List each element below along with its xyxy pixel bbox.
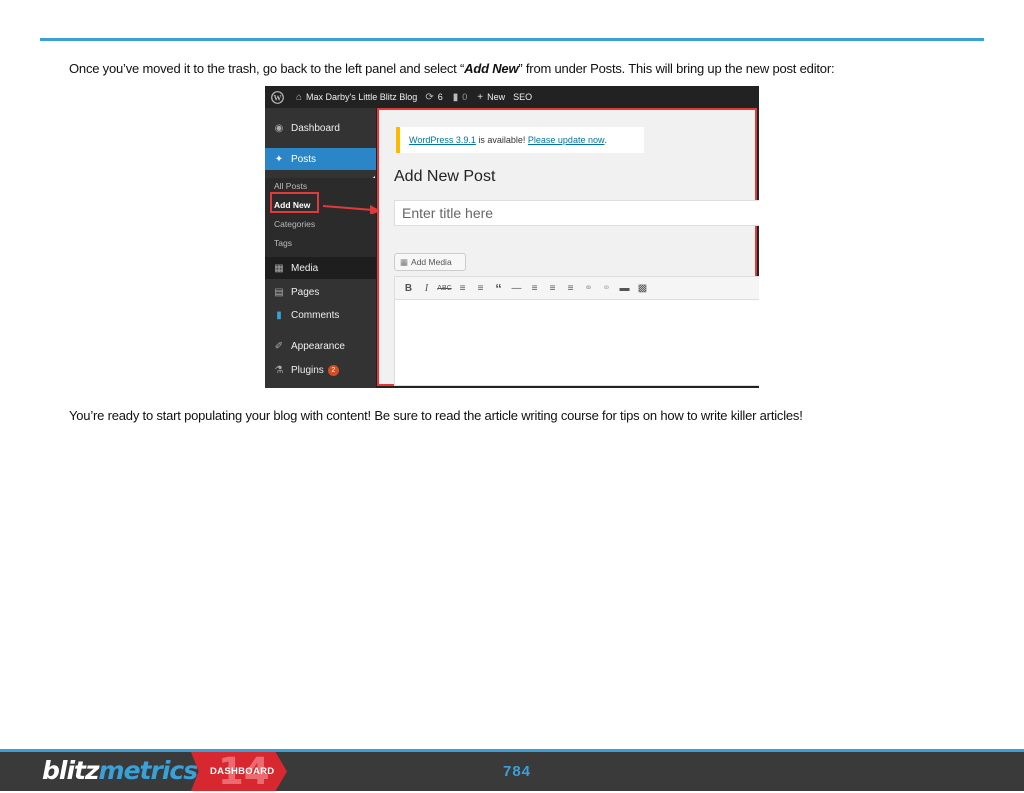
seo-link[interactable]: SEO <box>513 92 532 102</box>
editor-panel: WordPress 3.9.1 is available! Please upd… <box>377 108 759 386</box>
new-content-link[interactable]: + New <box>477 92 505 103</box>
section-label: DASHBOARD <box>210 766 275 777</box>
sidebar-item-label: Plugins <box>291 364 324 376</box>
updates-link[interactable]: ⟳ 6 <box>425 92 442 103</box>
submenu-categories[interactable]: Categories <box>274 219 315 229</box>
unlink-icon[interactable]: ⚭ <box>599 283 614 294</box>
comment-icon: ▮ <box>276 309 282 321</box>
add-media-label: Add Media <box>411 257 452 267</box>
align-right-icon[interactable]: ≡ <box>563 283 578 294</box>
closing-paragraph: You’re ready to start populating your bl… <box>69 408 803 423</box>
media-icon: ▦ <box>274 262 284 274</box>
italic-icon[interactable]: I <box>419 283 434 294</box>
plus-icon: + <box>477 91 484 103</box>
page-footer: blitzmetrics 14 DASHBOARD 784 <box>0 750 1024 793</box>
sidebar-item-comments[interactable]: ▮ Comments <box>265 304 376 326</box>
read-more-icon[interactable]: ▬ <box>617 283 632 294</box>
intro-text-end: ” from under Posts. This will bring up t… <box>518 61 835 76</box>
page-number: 784 <box>503 763 532 780</box>
new-label: New <box>487 92 506 102</box>
blockquote-icon[interactable]: “ <box>491 281 506 296</box>
bold-icon[interactable]: B <box>401 283 416 294</box>
brush-icon: ✐ <box>274 340 284 352</box>
admin-sidebar: ◉ Dashboard ✦ Posts All Posts Add New Cate… <box>265 108 376 388</box>
numbered-list-icon[interactable]: ≡ <box>473 283 488 294</box>
page-title: Add New Post <box>394 168 496 185</box>
pin-icon: ✦ <box>274 153 284 165</box>
top-rule <box>40 38 984 41</box>
update-now-link[interactable]: Please update now <box>528 135 605 145</box>
sidebar-item-posts[interactable]: ✦ Posts <box>265 148 376 170</box>
editor-toolbar: B I ABC ≡ ≡ “ — ≡ ≡ ≡ ⚭ ⚭ ▬ ▩ <box>394 276 759 300</box>
sidebar-item-label: Appearance <box>291 340 345 352</box>
wordpress-screenshot: W ⌂ Max Darby's Little Blitz Blog ⟳ 6 ▮ 0 +… <box>265 86 759 388</box>
sidebar-item-appearance[interactable]: ✐ Appearance <box>265 335 376 357</box>
link-icon[interactable]: ⚭ <box>581 283 596 294</box>
plugins-update-badge: 2 <box>327 364 339 376</box>
logo-text-blitz: blitz <box>42 756 100 785</box>
site-name-link[interactable]: ⌂ Max Darby's Little Blitz Blog <box>296 92 417 103</box>
align-left-icon[interactable]: ≡ <box>527 283 542 294</box>
submenu-tags[interactable]: Tags <box>274 238 292 248</box>
updates-count: 6 <box>437 92 443 102</box>
horizontal-rule-icon[interactable]: — <box>509 283 524 294</box>
sidebar-item-label: Pages <box>291 286 320 298</box>
version-link[interactable]: WordPress 3.9.1 <box>409 135 476 145</box>
red-arrow-icon <box>323 205 381 214</box>
admin-bar: W ⌂ Max Darby's Little Blitz Blog ⟳ 6 ▮ 0 +… <box>265 86 759 108</box>
comments-link[interactable]: ▮ 0 <box>453 92 468 103</box>
pages-icon: ▤ <box>274 286 284 298</box>
align-center-icon[interactable]: ≡ <box>545 283 560 294</box>
comment-icon: ▮ <box>452 91 459 103</box>
sidebar-item-plugins[interactable]: ⚗ Plugins 2 <box>265 359 376 381</box>
intro-emphasis: Add New <box>464 61 519 76</box>
site-name: Max Darby's Little Blitz Blog <box>306 92 418 102</box>
post-title-input[interactable]: Enter title here <box>394 200 759 226</box>
sidebar-item-label: Media <box>291 262 319 274</box>
updates-icon: ⟳ <box>425 91 434 103</box>
sidebar-item-dashboard[interactable]: ◉ Dashboard <box>265 117 376 139</box>
svg-text:W: W <box>274 93 282 102</box>
add-media-button[interactable]: ▦ Add Media <box>394 253 466 271</box>
notice-text: is available! <box>475 135 528 145</box>
sidebar-item-label: Comments <box>291 309 340 321</box>
media-icon: ▦ <box>400 256 409 267</box>
bullet-list-icon[interactable]: ≡ <box>455 283 470 294</box>
plugin-icon: ⚗ <box>274 364 284 376</box>
strikethrough-icon[interactable]: ABC <box>437 285 452 292</box>
update-notice: WordPress 3.9.1 is available! Please upd… <box>396 127 644 153</box>
add-new-highlight-box <box>270 192 319 213</box>
comments-count: 0 <box>462 92 468 102</box>
sidebar-item-pages[interactable]: ▤ Pages <box>265 281 376 303</box>
home-icon: ⌂ <box>296 91 303 103</box>
toolbar-toggle-icon[interactable]: ▩ <box>635 283 650 294</box>
sidebar-item-label: Dashboard <box>291 122 340 134</box>
dashboard-icon: ◉ <box>274 122 284 134</box>
notice-end: . <box>604 135 607 145</box>
intro-text-start: Once you’ve moved it to the trash, go ba… <box>69 61 465 76</box>
sidebar-item-media[interactable]: ▦ Media <box>265 257 376 279</box>
logo-text-metrics: metrics <box>98 756 199 785</box>
seo-label: SEO <box>513 92 533 102</box>
sidebar-item-label: Posts <box>291 153 317 165</box>
intro-paragraph: Once you’ve moved it to the trash, go ba… <box>69 61 835 76</box>
post-content-editor[interactable] <box>394 300 759 386</box>
submenu-all-posts[interactable]: All Posts <box>274 181 307 191</box>
wordpress-logo-icon[interactable]: W <box>271 90 284 104</box>
blitzmetrics-logo: blitzmetrics <box>42 756 199 785</box>
